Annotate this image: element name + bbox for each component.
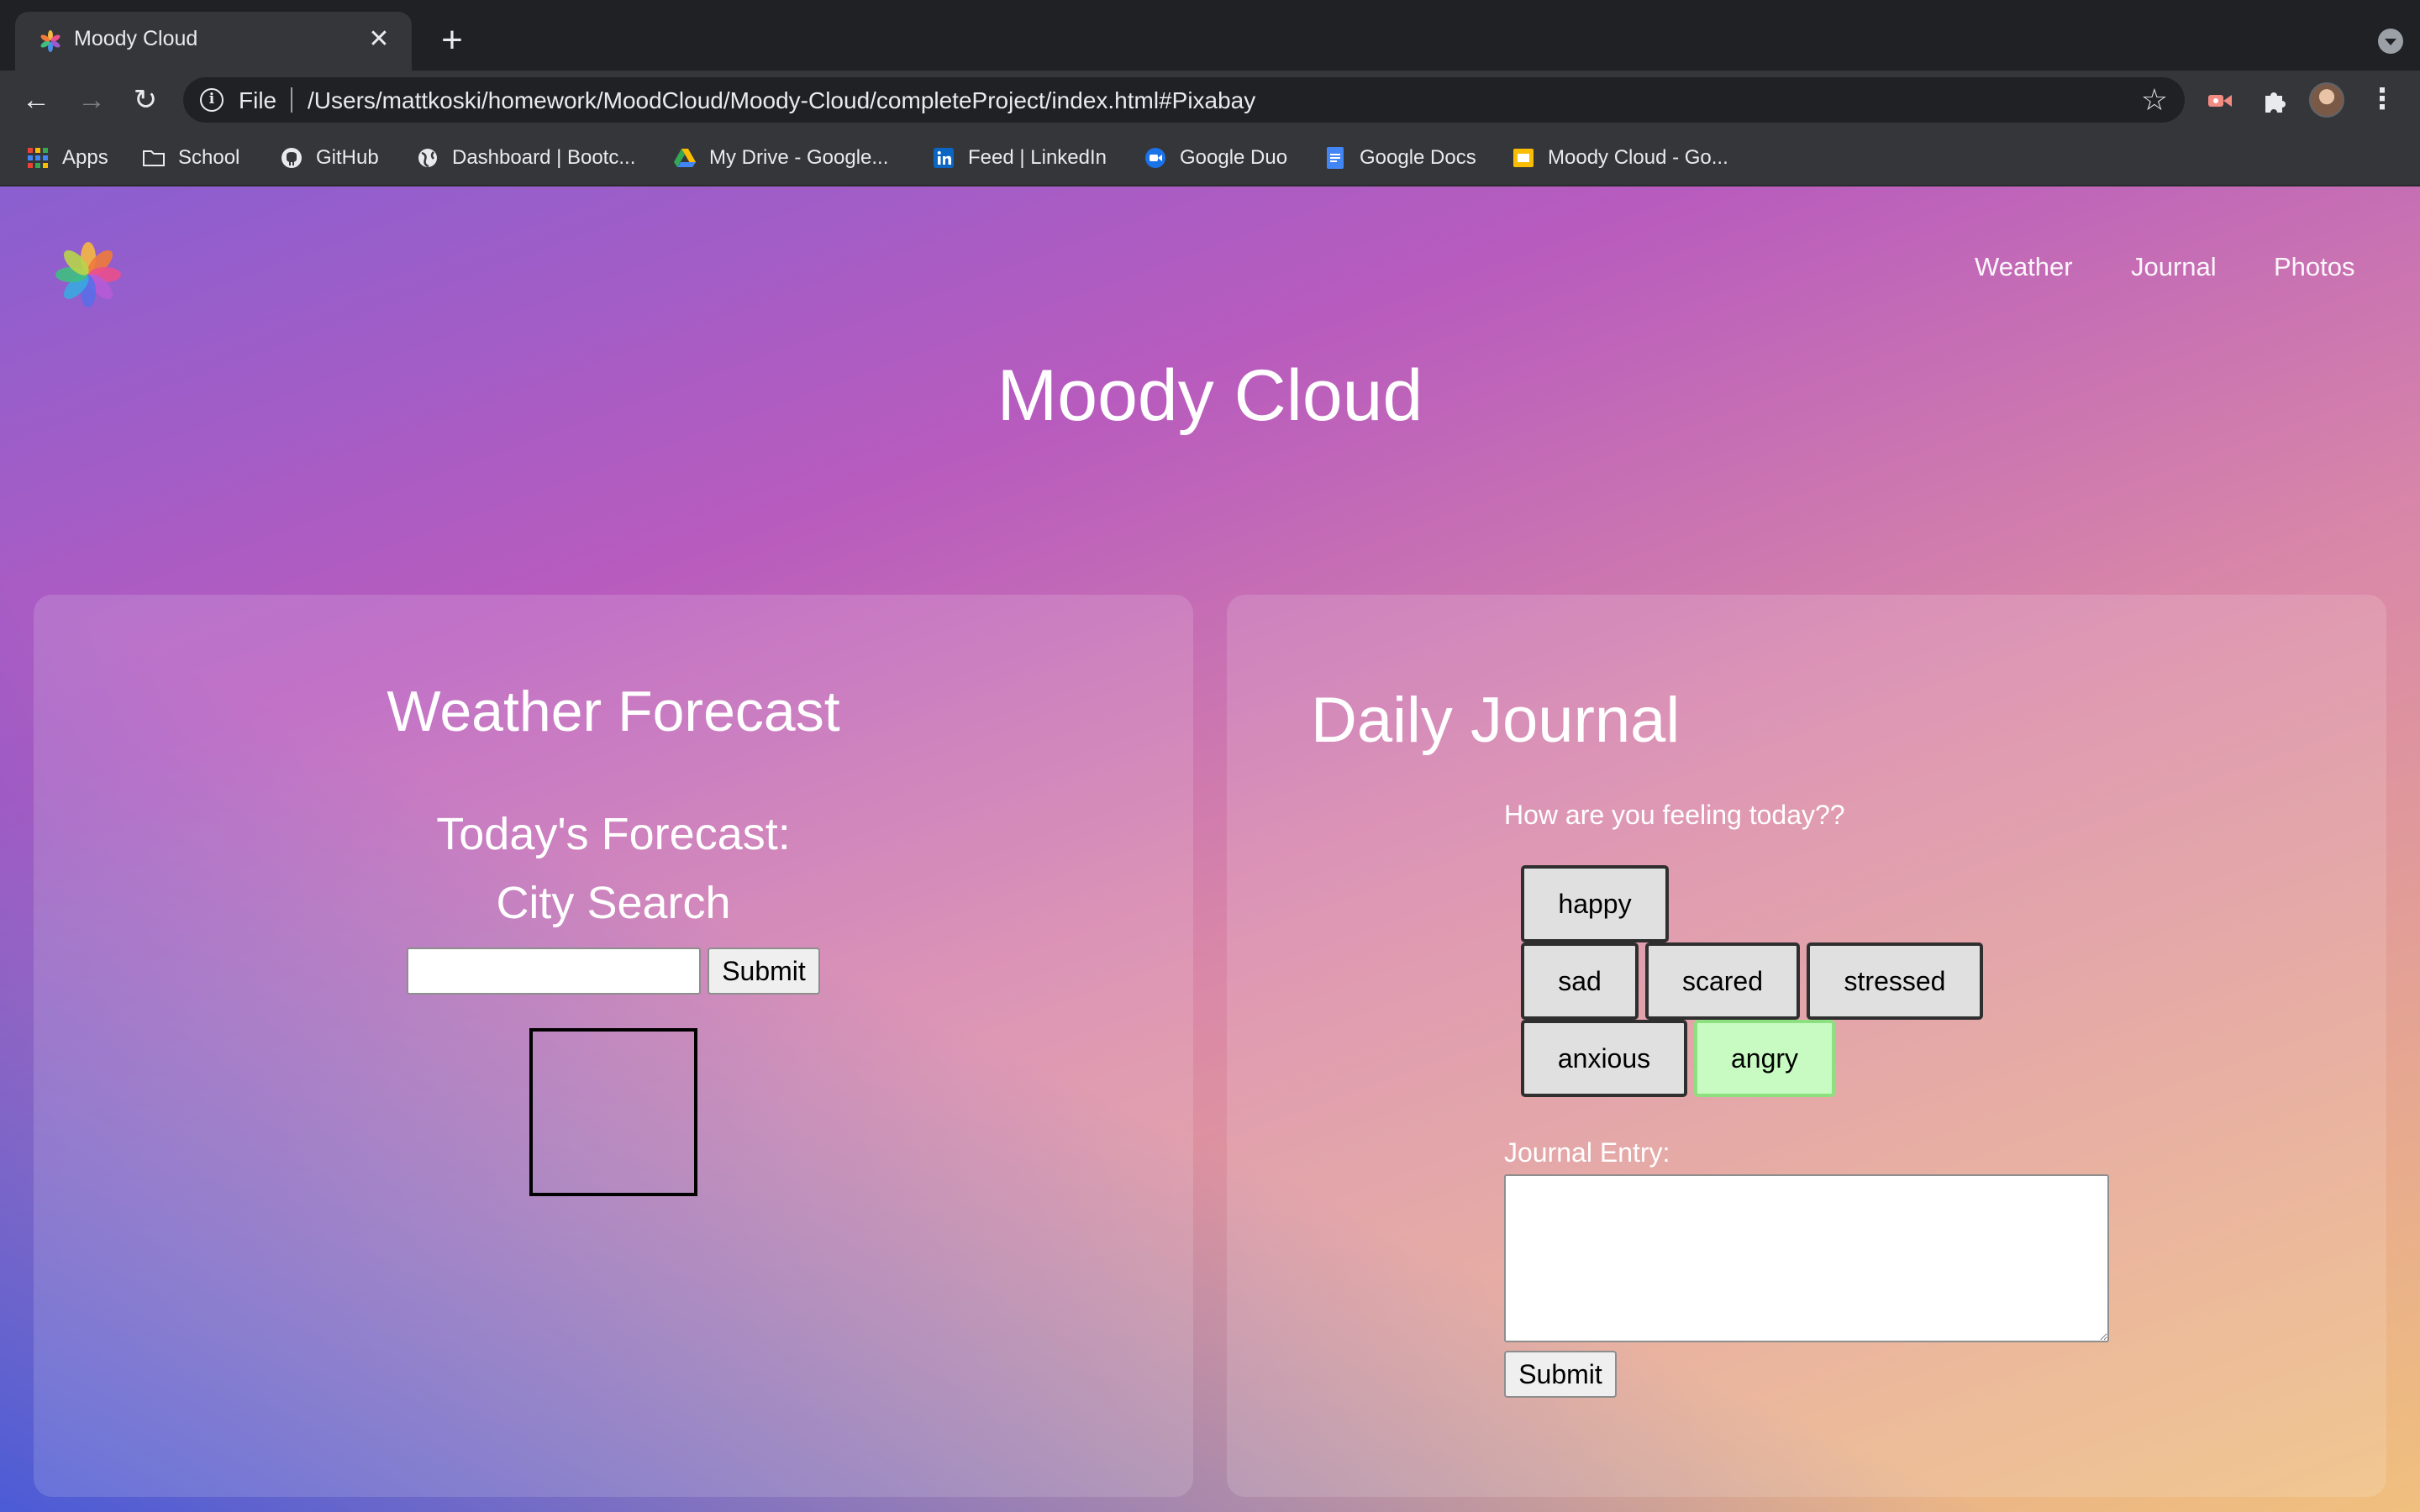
journal-heading: Daily Journal [1311, 685, 1681, 756]
bookmark-label: Dashboard | Bootc... [452, 146, 636, 169]
bookmark-label: GitHub [316, 146, 379, 169]
extensions-puzzle-icon[interactable] [2257, 84, 2291, 118]
mood-button-stressed[interactable]: stressed [1807, 942, 1983, 1020]
bookmark-apps[interactable]: Apps [25, 143, 108, 173]
city-search-label: City Search [496, 878, 731, 928]
mood-button-sad[interactable]: sad [1521, 942, 1639, 1020]
tab-search-icon[interactable] [2378, 29, 2403, 54]
pinwheel-favicon-icon [40, 30, 60, 52]
bookmark-moody-cloud-slides[interactable]: Moody Cloud - Go... [1511, 143, 1728, 173]
journal-entry-textarea[interactable] [1504, 1174, 2109, 1342]
city-search-input[interactable] [407, 948, 701, 995]
city-submit-button[interactable]: Submit [708, 948, 820, 995]
close-tab-icon[interactable]: ✕ [365, 25, 393, 54]
bookmark-school-folder[interactable]: School [141, 143, 239, 173]
forward-button[interactable]: → [72, 81, 111, 119]
github-icon [281, 148, 302, 168]
bookmark-label: Moody Cloud - Go... [1548, 146, 1728, 169]
back-button[interactable]: ← [17, 81, 55, 119]
forecast-display-box [529, 1028, 697, 1196]
bookmark-dashboard[interactable]: Dashboard | Bootc... [415, 143, 635, 173]
google-duo-icon [1145, 148, 1165, 168]
mood-button-anxious[interactable]: anxious [1521, 1020, 1687, 1097]
browser-tab-active[interactable]: Moody Cloud ✕ [15, 12, 412, 71]
journal-submit-button[interactable]: Submit [1504, 1351, 1617, 1398]
nav-link-weather[interactable]: Weather [1975, 252, 2073, 282]
bookmark-linkedin[interactable]: Feed | LinkedIn [931, 143, 1107, 173]
apps-grid-icon [28, 148, 48, 168]
pinwheel-logo-icon[interactable] [50, 237, 126, 312]
tab-title: Moody Cloud [74, 27, 198, 50]
nav-link-journal[interactable]: Journal [2131, 252, 2217, 282]
new-tab-button[interactable]: + [435, 22, 469, 59]
bookmark-google-duo[interactable]: Google Duo [1143, 143, 1287, 173]
bookmark-google-docs[interactable]: Google Docs [1323, 143, 1476, 173]
bookmark-label: Feed | LinkedIn [968, 146, 1107, 169]
folder-icon [143, 150, 165, 166]
google-docs-icon [1327, 147, 1344, 169]
todays-forecast-label: Today's Forecast: [436, 809, 791, 859]
profile-avatar[interactable] [2309, 82, 2344, 118]
bookmark-star-icon[interactable]: ☆ [2141, 82, 2168, 118]
bookmark-label: Google Duo [1180, 146, 1288, 169]
browser-menu-icon[interactable]: ⋮ [2368, 82, 2396, 118]
google-drive-icon [674, 149, 696, 167]
feeling-prompt: How are you feeling today?? [1504, 800, 1845, 830]
bookmark-label: My Drive - Google... [709, 146, 889, 169]
mood-button-happy[interactable]: happy [1521, 865, 1669, 942]
mood-button-scared[interactable]: scared [1645, 942, 1800, 1020]
page-title: Moody Cloud [997, 355, 1423, 436]
bookmarks-bar: Apps School GitHub Dashboard | Bootc... … [0, 129, 2420, 186]
bookmark-google-drive[interactable]: My Drive - Google... [672, 143, 888, 173]
reload-button[interactable]: ↻ [126, 81, 165, 119]
address-bar[interactable]: i File /Users/mattkoski/homework/MoodClo… [183, 77, 2185, 123]
google-slides-icon [1513, 149, 1534, 167]
globe-icon [418, 149, 437, 168]
browser-tab-strip: Moody Cloud ✕ + [0, 0, 2420, 71]
url-text[interactable]: /Users/mattkoski/homework/MoodCloud/Mood… [308, 87, 1255, 114]
bookmark-label: Google Docs [1360, 146, 1476, 169]
browser-toolbar: ← → ↻ i File /Users/mattkoski/homework/M… [0, 71, 2420, 129]
bookmark-github[interactable]: GitHub [279, 143, 379, 173]
bookmark-label: Apps [62, 146, 108, 169]
weather-forecast-card: Weather Forecast Today's Forecast: City … [34, 595, 1193, 1497]
url-scheme-label: File [239, 87, 277, 113]
journal-entry-label: Journal Entry: [1504, 1137, 1670, 1168]
site-info-icon[interactable]: i [200, 88, 224, 112]
mood-button-angry[interactable]: angry [1694, 1020, 1835, 1097]
address-separator [291, 87, 292, 113]
screen-recorder-extension-icon[interactable] [2203, 84, 2237, 118]
moody-cloud-page: Weather Journal Photos Moody Cloud Weath… [0, 186, 2420, 1512]
bookmark-label: School [178, 146, 240, 169]
daily-journal-card: Daily Journal How are you feeling today?… [1227, 595, 2386, 1497]
linkedin-icon [934, 148, 954, 168]
weather-heading: Weather Forecast [387, 680, 840, 743]
nav-link-photos[interactable]: Photos [2274, 252, 2355, 282]
